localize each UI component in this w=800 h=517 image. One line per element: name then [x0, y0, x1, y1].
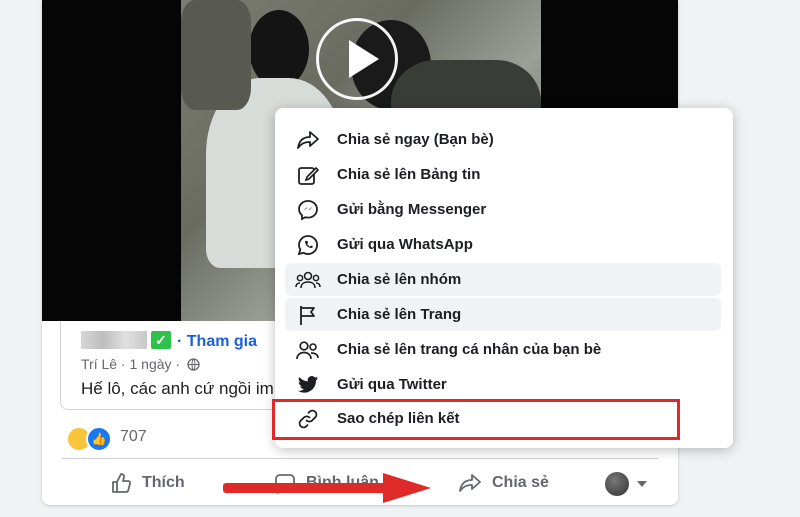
like-label: Thích [142, 474, 185, 491]
avatar [605, 472, 629, 496]
audience-selector[interactable] [605, 472, 647, 496]
edit-icon [295, 162, 321, 188]
share-arrow-icon [295, 127, 321, 153]
menu-item-share-group[interactable]: Chia sẻ lên nhóm [285, 263, 721, 296]
friends-icon [295, 337, 321, 363]
arrow-icon [223, 473, 431, 503]
post-text: Hế lô, các anh cứ ngồi im [81, 379, 274, 398]
post-meta-text: Trí Lê · 1 ngày · [81, 356, 181, 372]
menu-item-label: Chia sẻ lên Bảng tin [337, 166, 481, 183]
share-icon [458, 472, 482, 494]
join-link[interactable]: · Tham gia [177, 333, 257, 351]
menu-item-whatsapp[interactable]: Gửi qua WhatsApp [285, 228, 721, 261]
background-object [181, 0, 251, 110]
post-meta: Trí Lê · 1 ngày · [81, 356, 200, 372]
highlight-box [272, 399, 680, 440]
like-reaction-icon: 👍 [86, 426, 112, 452]
menu-item-label: Chia sẻ lên trang cá nhân của bạn bè [337, 341, 602, 358]
flag-icon [295, 302, 321, 328]
menu-item-label: Gửi bằng Messenger [337, 201, 487, 218]
menu-item-label: Chia sẻ ngay (Bạn bè) [337, 131, 494, 148]
divider [62, 458, 658, 459]
menu-item-label: Gửi qua Twitter [337, 376, 447, 393]
menu-item-share-friend-profile[interactable]: Chia sẻ lên trang cá nhân của bạn bè [285, 333, 721, 366]
share-menu: Chia sẻ ngay (Bạn bè) Chia sẻ lên Bảng t… [275, 108, 733, 448]
group-icon [295, 267, 321, 293]
share-button[interactable]: Chia sẻ [458, 472, 549, 494]
blurred-author-name [81, 331, 147, 349]
caret-down-icon [637, 481, 647, 487]
menu-item-label: Gửi qua WhatsApp [337, 236, 473, 253]
menu-item-label: Chia sẻ lên nhóm [337, 271, 462, 288]
reaction-count[interactable]: 707 [120, 428, 147, 446]
menu-item-share-page[interactable]: Chia sẻ lên Trang [285, 298, 721, 331]
verified-badge: ✓ [151, 331, 171, 349]
messenger-icon [295, 197, 321, 223]
like-button[interactable]: Thích [110, 472, 185, 494]
person-head [249, 10, 309, 88]
menu-item-label: Chia sẻ lên Trang [337, 306, 462, 323]
play-button[interactable] [316, 18, 398, 100]
share-label: Chia sẻ [492, 474, 549, 491]
menu-item-share-now[interactable]: Chia sẻ ngay (Bạn bè) [285, 123, 721, 156]
menu-item-share-feed[interactable]: Chia sẻ lên Bảng tin [285, 158, 721, 191]
thumbs-up-icon [110, 472, 132, 494]
menu-item-twitter[interactable]: Gửi qua Twitter [285, 368, 721, 401]
menu-item-messenger[interactable]: Gửi bằng Messenger [285, 193, 721, 226]
whatsapp-icon [295, 232, 321, 258]
twitter-icon [295, 372, 321, 398]
globe-icon [187, 358, 200, 371]
